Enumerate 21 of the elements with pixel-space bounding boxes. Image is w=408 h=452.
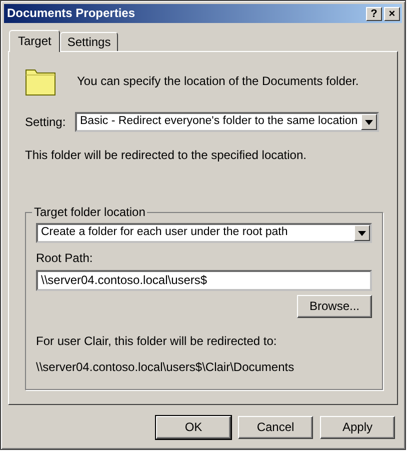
root-path-field[interactable]: \\server04.contoso.local\users$ <box>36 270 372 291</box>
window-title: Documents Properties <box>7 6 136 21</box>
result-text: For user Clair, this folder will be redirected to: <box>36 334 278 348</box>
close-button[interactable]: × <box>384 6 400 20</box>
dropdown-arrow-icon <box>365 120 373 124</box>
info-text: This folder will be redirected to the specified location. <box>25 148 308 162</box>
browse-button[interactable]: Browse... <box>297 294 372 318</box>
description-text: You can specify the location of the Documents folder. <box>77 74 359 88</box>
root-path-label: Root Path: <box>36 251 94 266</box>
setting-dropdown[interactable]: Basic - Redirect everyone's folder to the same location <box>75 112 379 132</box>
tab[interactable]: Target <box>9 30 60 52</box>
dialog-button[interactable]: Cancel <box>238 416 313 439</box>
group-legend: Target folder location <box>32 205 148 220</box>
dialog-button[interactable]: OK <box>156 416 231 439</box>
result-path: \\server04.contoso.local\users$\Clair\Documents <box>36 360 296 375</box>
help-button[interactable]: ? <box>366 6 382 20</box>
location-dropdown[interactable]: Create a folder for each user under the root path <box>36 223 372 244</box>
tab[interactable]: Settings <box>60 32 118 51</box>
dialog-button[interactable]: Apply <box>320 416 395 439</box>
dropdown-arrow-icon <box>358 230 366 236</box>
setting-label: Setting: <box>25 114 67 130</box>
